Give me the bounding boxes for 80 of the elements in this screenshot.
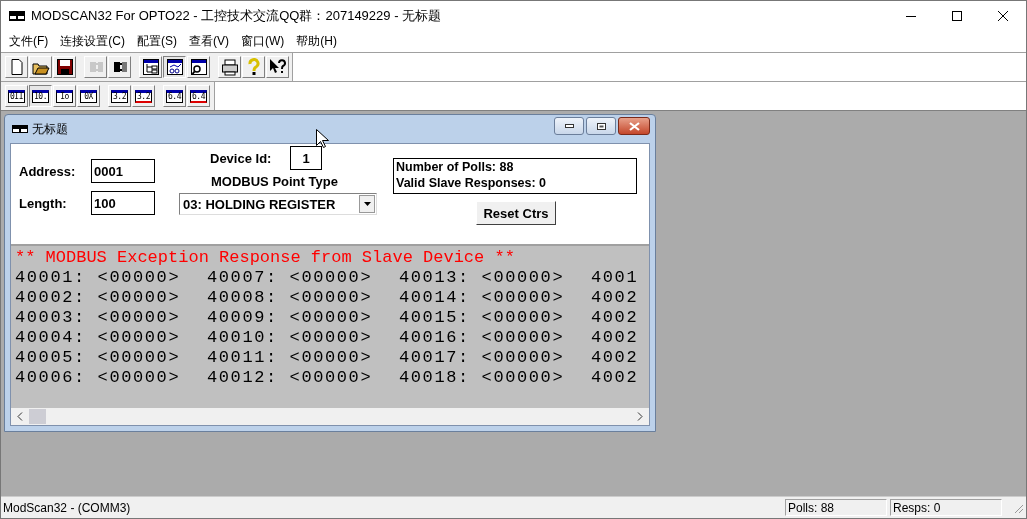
format-button[interactable]: 0X bbox=[77, 85, 100, 107]
child-window-title: 无标题 bbox=[32, 120, 68, 138]
register-value: 40017: <00000> bbox=[399, 348, 566, 368]
register-value: 40012: <00000> bbox=[207, 368, 374, 388]
menu-item[interactable]: 配置(S) bbox=[131, 33, 183, 50]
format-button[interactable]: 10. bbox=[29, 85, 52, 107]
register-value: 40008: <00000> bbox=[207, 288, 374, 308]
printer-icon[interactable] bbox=[218, 56, 241, 78]
register-value: 4002 bbox=[591, 368, 640, 388]
register-value: 40010: <00000> bbox=[207, 328, 374, 348]
register-value: 40006: <00000> bbox=[15, 368, 182, 388]
format-button[interactable]: 3.2 bbox=[132, 85, 155, 107]
tree-window-icon[interactable] bbox=[139, 56, 162, 78]
point-type-label: MODBUS Point Type bbox=[210, 173, 339, 191]
register-value: 4001 bbox=[591, 268, 640, 288]
close-button[interactable] bbox=[618, 117, 650, 135]
register-value: 4002 bbox=[591, 308, 640, 328]
pointer-question-icon[interactable] bbox=[266, 56, 289, 78]
register-value: 4002 bbox=[591, 288, 640, 308]
register-value: 40004: <00000> bbox=[15, 328, 182, 348]
plug-icon[interactable] bbox=[108, 56, 131, 78]
format-button[interactable]: Io bbox=[53, 85, 76, 107]
app-icon bbox=[12, 125, 28, 133]
minimize-button[interactable] bbox=[554, 117, 584, 135]
scroll-right-icon[interactable] bbox=[637, 412, 643, 421]
menu-item[interactable]: 文件(F) bbox=[3, 33, 55, 50]
menu-item[interactable]: 帮助(H) bbox=[290, 33, 343, 50]
menu-item[interactable]: 窗口(W) bbox=[235, 33, 291, 50]
close-icon bbox=[628, 121, 640, 131]
menu-item[interactable]: 查看(V) bbox=[183, 33, 235, 50]
new-file-icon[interactable] bbox=[5, 56, 28, 78]
device-id-label: Device Id: bbox=[210, 150, 273, 166]
maximize-icon bbox=[952, 11, 962, 21]
floppy-disk-icon[interactable] bbox=[53, 56, 76, 78]
minimize-icon bbox=[564, 124, 574, 128]
stats-line: Valid Slave Responses: 0 bbox=[396, 175, 548, 191]
window-title: MODSCAN32 For OPTO22 - 工控技术交流QQ群：207149229 - 无标题 bbox=[31, 7, 442, 25]
register-value: 40009: <00000> bbox=[207, 308, 374, 328]
format-button[interactable]: 6.4 bbox=[187, 85, 210, 107]
scroll-left-icon[interactable] bbox=[17, 412, 23, 421]
question-mark-icon[interactable] bbox=[242, 56, 265, 78]
exception-message: ** MODBUS Exception Response from Slave Device ** bbox=[15, 248, 516, 268]
magnifier-window-icon[interactable] bbox=[187, 56, 210, 78]
window-chart-icon[interactable] bbox=[163, 56, 186, 78]
length-field[interactable]: 100 bbox=[91, 191, 155, 215]
menu-item[interactable]: 连接设置(C) bbox=[54, 33, 131, 50]
register-value: 40001: <00000> bbox=[15, 268, 182, 288]
register-value: 40002: <00000> bbox=[15, 288, 182, 308]
format-button[interactable]: 0II bbox=[5, 85, 28, 107]
horizontal-scrollbar[interactable] bbox=[11, 408, 649, 425]
stats-line: Number of Polls: 88 bbox=[396, 159, 515, 175]
restore-button[interactable] bbox=[586, 117, 616, 135]
app-icon bbox=[9, 11, 25, 21]
register-value: 4002 bbox=[591, 348, 640, 368]
reset-counters-button[interactable]: Reset Ctrs bbox=[476, 201, 556, 225]
register-value: 40011: <00000> bbox=[207, 348, 374, 368]
register-value: 40005: <00000> bbox=[15, 348, 182, 368]
register-value: 40016: <00000> bbox=[399, 328, 566, 348]
register-value: 40018: <00000> bbox=[399, 368, 566, 388]
restore-icon bbox=[596, 122, 606, 130]
responses-status: Resps: 0 bbox=[890, 499, 1002, 516]
scrollbar-thumb[interactable] bbox=[29, 409, 46, 424]
point-type-dropdown[interactable]: 03: HOLDING REGISTER bbox=[179, 193, 377, 215]
format-button[interactable]: 3.2 bbox=[108, 85, 131, 107]
address-label: Address: bbox=[19, 163, 77, 179]
device-id-field[interactable]: 1 bbox=[290, 146, 322, 170]
register-value: 40014: <00000> bbox=[399, 288, 566, 308]
close-icon bbox=[998, 11, 1008, 21]
length-label: Length: bbox=[19, 195, 68, 211]
dropdown-arrow-icon bbox=[363, 202, 371, 206]
status-text: ModScan32 - (COMM3) bbox=[2, 500, 132, 515]
register-value: 40013: <00000> bbox=[399, 268, 566, 288]
register-value: 40007: <00000> bbox=[207, 268, 374, 288]
register-value: 40015: <00000> bbox=[399, 308, 566, 328]
polls-status: Polls: 88 bbox=[785, 499, 887, 516]
address-field[interactable]: 0001 bbox=[91, 159, 155, 183]
register-value: 40003: <00000> bbox=[15, 308, 182, 328]
folder-icon[interactable] bbox=[29, 56, 52, 78]
register-value: 4002 bbox=[591, 328, 640, 348]
format-button[interactable]: 6.4 bbox=[163, 85, 186, 107]
